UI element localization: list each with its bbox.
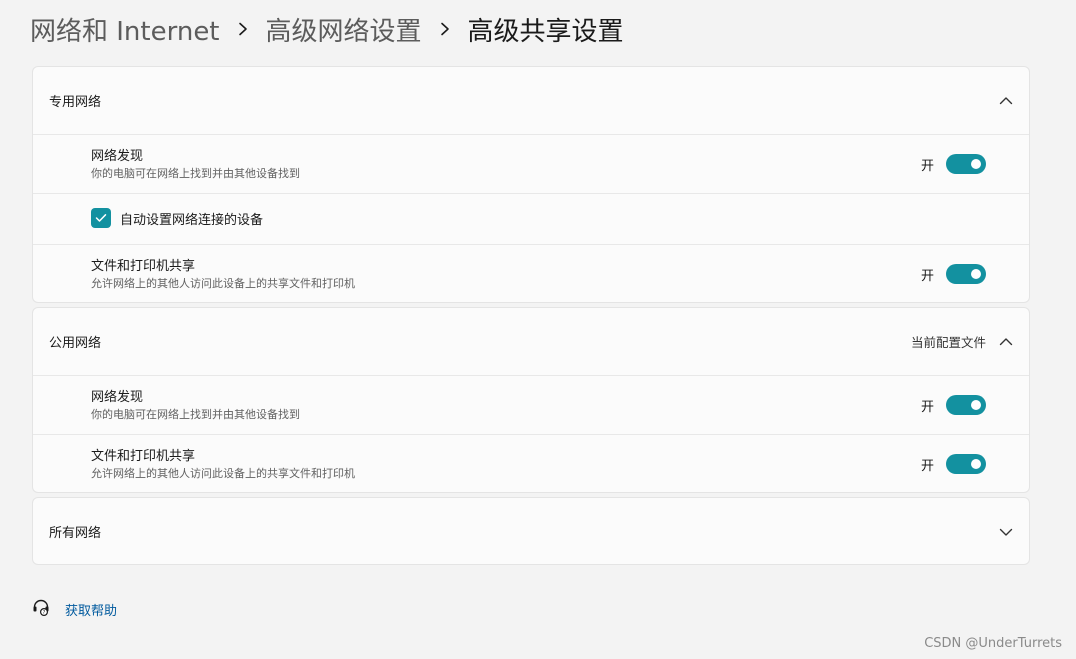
public-network-header[interactable]: 公用网络 当前配置文件	[33, 308, 1029, 375]
help-icon: ?	[32, 598, 50, 620]
setting-description: 你的电脑可在网络上找到并由其他设备找到	[91, 408, 300, 421]
chevron-right-icon	[238, 22, 248, 36]
chevron-down-icon[interactable]	[998, 524, 1014, 540]
private-network-title: 专用网络	[49, 95, 102, 110]
private-network-discovery-row: 网络发现 你的电脑可在网络上找到并由其他设备找到 开	[33, 134, 1029, 193]
public-network-discovery-row: 网络发现 你的电脑可在网络上找到并由其他设备找到 开	[33, 375, 1029, 434]
toggle-state-label: 开	[920, 399, 934, 415]
breadcrumb-item-network-internet[interactable]: 网络和 Internet	[30, 11, 220, 48]
breadcrumb-item-advanced-network[interactable]: 高级网络设置	[266, 11, 422, 48]
setting-title: 网络发现	[91, 149, 144, 164]
auto-setup-checkbox[interactable]	[91, 208, 111, 228]
breadcrumb: 网络和 Internet 高级网络设置 高级共享设置	[30, 11, 624, 48]
private-network-header[interactable]: 专用网络	[33, 67, 1029, 134]
private-network-panel: 专用网络 网络发现 你的电脑可在网络上找到并由其他设备找到 开 自动设置网络连接…	[32, 66, 1030, 303]
auto-setup-row: 自动设置网络连接的设备	[33, 193, 1029, 244]
watermark: CSDN @UnderTurrets	[924, 636, 1062, 651]
get-help-link[interactable]: ? 获取帮助	[32, 598, 117, 620]
setting-description: 你的电脑可在网络上找到并由其他设备找到	[91, 167, 300, 180]
network-discovery-toggle[interactable]	[946, 395, 986, 415]
public-network-title: 公用网络	[49, 336, 102, 351]
setting-title: 网络发现	[91, 390, 144, 405]
auto-setup-label[interactable]: 自动设置网络连接的设备	[120, 209, 263, 228]
chevron-up-icon[interactable]	[998, 334, 1014, 350]
checkmark-icon	[95, 214, 107, 222]
network-discovery-toggle[interactable]	[946, 154, 986, 174]
all-networks-title: 所有网络	[49, 526, 102, 541]
current-profile-label: 当前配置文件	[910, 335, 986, 350]
setting-title: 文件和打印机共享	[91, 449, 196, 464]
toggle-state-label: 开	[920, 268, 934, 284]
file-printer-sharing-toggle[interactable]	[946, 454, 986, 474]
all-networks-header[interactable]: 所有网络	[33, 498, 1029, 564]
all-networks-panel: 所有网络	[32, 497, 1030, 565]
toggle-state-label: 开	[920, 158, 934, 174]
public-network-panel: 公用网络 当前配置文件 网络发现 你的电脑可在网络上找到并由其他设备找到 开 文…	[32, 307, 1030, 493]
chevron-right-icon	[440, 22, 450, 36]
setting-description: 允许网络上的其他人访问此设备上的共享文件和打印机	[91, 277, 355, 290]
public-file-sharing-row: 文件和打印机共享 允许网络上的其他人访问此设备上的共享文件和打印机 开	[33, 434, 1029, 492]
private-file-sharing-row: 文件和打印机共享 允许网络上的其他人访问此设备上的共享文件和打印机 开	[33, 244, 1029, 302]
setting-description: 允许网络上的其他人访问此设备上的共享文件和打印机	[91, 467, 355, 480]
file-printer-sharing-toggle[interactable]	[946, 264, 986, 284]
toggle-state-label: 开	[920, 458, 934, 474]
setting-title: 文件和打印机共享	[91, 259, 196, 274]
page-title: 高级共享设置	[467, 16, 624, 47]
chevron-up-icon[interactable]	[998, 93, 1014, 109]
svg-text:?: ?	[43, 610, 46, 616]
get-help-label[interactable]: 获取帮助	[65, 600, 117, 619]
